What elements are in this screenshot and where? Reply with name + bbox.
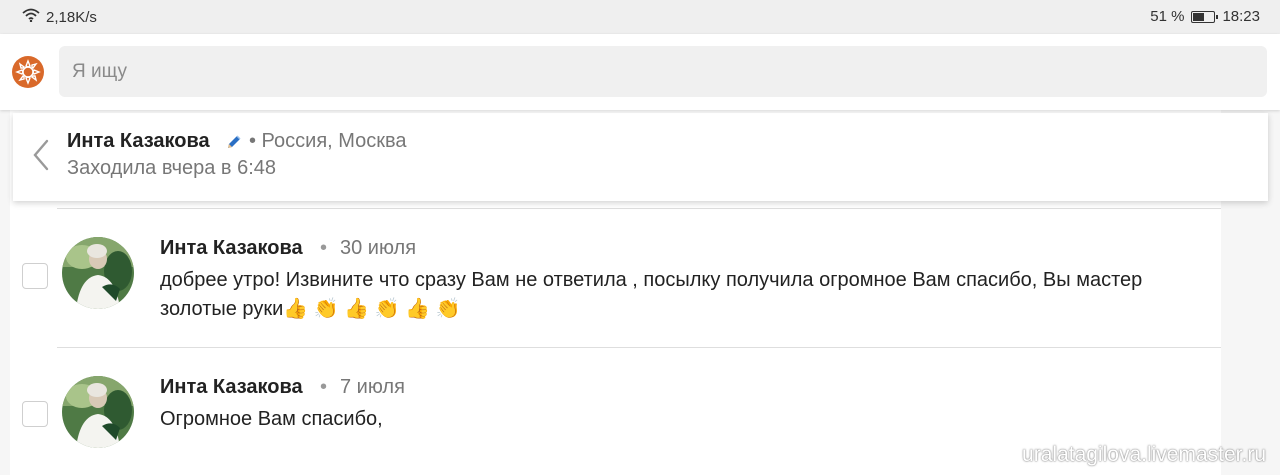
- chevron-left-icon: [33, 139, 49, 171]
- battery-icon: [1191, 10, 1219, 23]
- search-input[interactable]: [59, 46, 1267, 97]
- watermark-logo-icon: [991, 440, 1015, 469]
- contact-location: • Россия, Москва: [249, 130, 407, 152]
- message-text: добрее утро! Извините что сразу Вам не о…: [160, 269, 1143, 320]
- status-right: 51 % 18:23: [1150, 8, 1260, 25]
- watermark-text: uralatagilova.livemaster.ru: [1022, 443, 1266, 466]
- message-date: 7 июля: [340, 376, 405, 398]
- watermark: uralatagilova.livemaster.ru: [991, 440, 1266, 469]
- conversation-header: Инта Казакова • Россия, Москва Заходила …: [13, 113, 1268, 201]
- message-checkbox[interactable]: [22, 263, 48, 289]
- pencil-icon: [225, 133, 243, 156]
- battery-percent: 51 %: [1150, 8, 1185, 25]
- separator-dot: •: [320, 237, 328, 259]
- network-speed: 2,18K/s: [46, 8, 97, 26]
- status-left: 2,18K/s: [22, 8, 97, 26]
- message-checkbox[interactable]: [22, 401, 48, 427]
- message-date: 30 июля: [340, 237, 417, 259]
- last-seen-status: Заходила вчера в 6:48: [67, 157, 277, 179]
- wifi-icon: [22, 8, 40, 26]
- message-item: Инта Казакова • 30 июля добрее утро! Изв…: [10, 209, 1221, 347]
- avatar[interactable]: [62, 237, 134, 309]
- status-bar: 2,18K/s 51 % 18:23: [0, 0, 1280, 34]
- livemaster-logo[interactable]: [12, 56, 44, 88]
- message-author[interactable]: Инта Казакова: [160, 376, 303, 399]
- message-text: Огромное Вам спасибо,: [160, 408, 383, 430]
- app-header: [0, 34, 1280, 110]
- contact-name[interactable]: Инта Казакова: [67, 130, 210, 153]
- avatar[interactable]: [62, 376, 134, 448]
- message-author[interactable]: Инта Казакова: [160, 237, 303, 260]
- clock: 18:23: [1222, 8, 1260, 25]
- back-button[interactable]: [29, 137, 53, 173]
- separator-dot: •: [320, 376, 328, 398]
